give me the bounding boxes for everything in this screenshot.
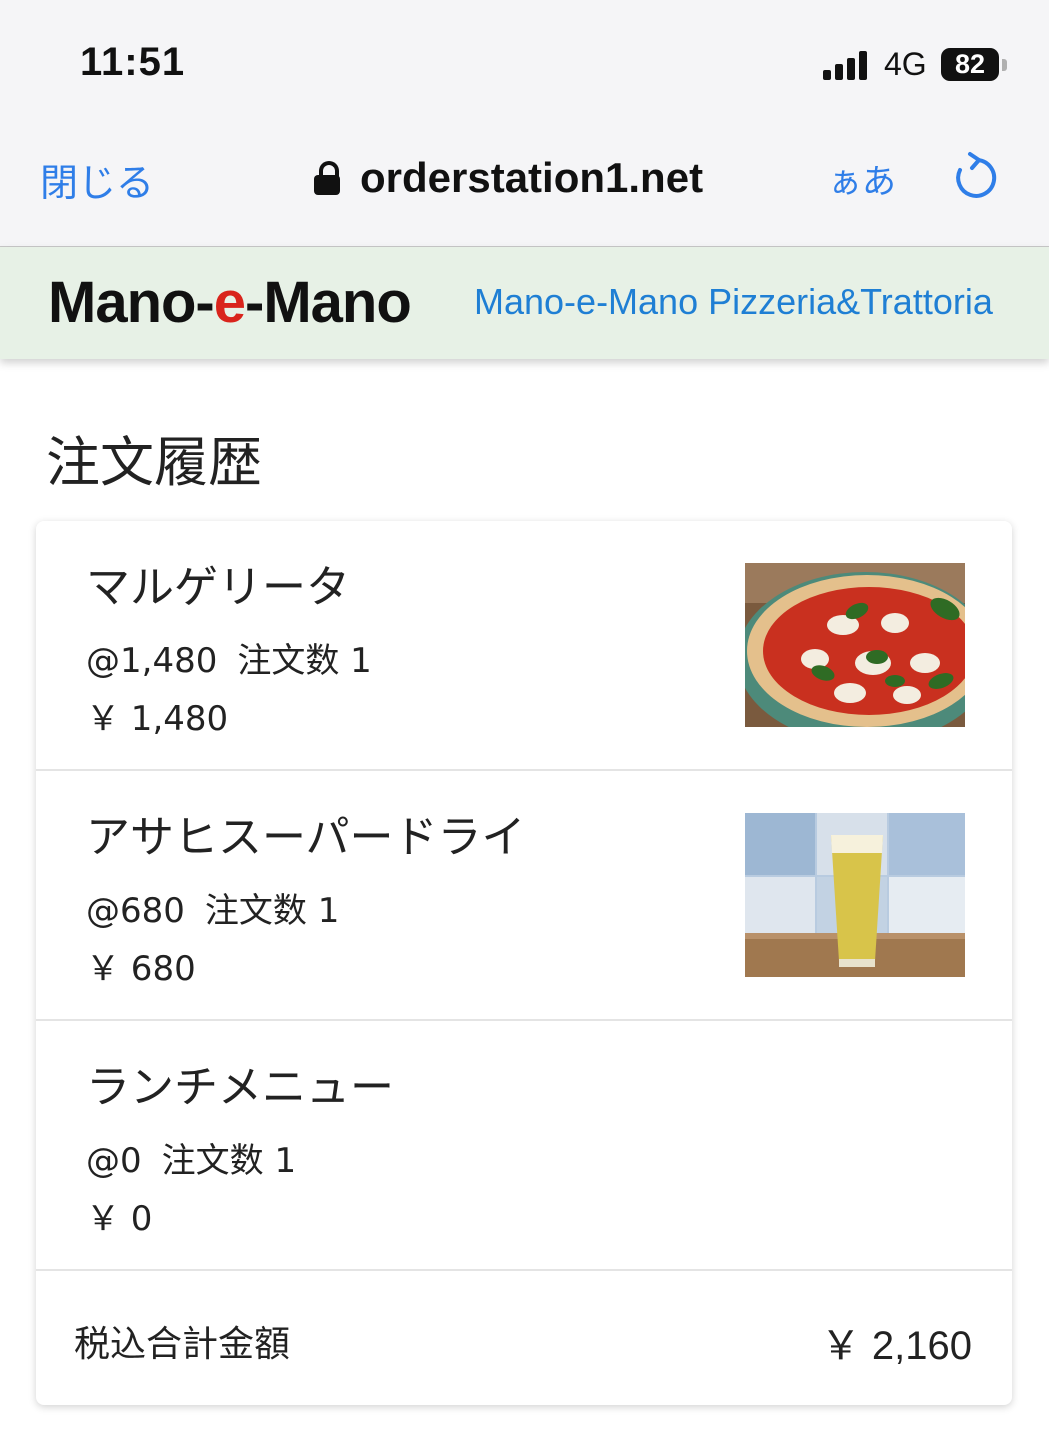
cellular-signal-icon bbox=[823, 50, 873, 80]
text-size-button[interactable]: ぁあ bbox=[828, 154, 896, 203]
status-time: 11:51 bbox=[80, 40, 186, 84]
site-name-link[interactable]: Mano-e-Mano Pizzeria&Trattoria bbox=[474, 281, 993, 323]
page-title: 注文履歴 bbox=[46, 431, 262, 494]
network-type: 4G bbox=[884, 46, 927, 82]
item-meta: @1,480 注文数 1 bbox=[86, 633, 372, 682]
item-name: マルゲリータ bbox=[86, 562, 350, 613]
item-meta: @680 注文数 1 bbox=[86, 883, 339, 932]
item-price: ￥ 1,480 bbox=[86, 699, 229, 739]
order-item: ランチメニュー @0 注文数 1 ￥ 0 bbox=[36, 1021, 1012, 1271]
site-header: Mano-e-Mano Mano-e-Mano Pizzeria&Trattor… bbox=[0, 247, 1049, 359]
item-quantity: 注文数 1 bbox=[204, 891, 340, 931]
close-button[interactable]: 閉じる bbox=[40, 152, 154, 207]
reload-icon bbox=[956, 152, 997, 198]
total-value: ￥ 2,160 bbox=[820, 1324, 972, 1368]
beer-photo bbox=[745, 813, 965, 977]
total-row: 税込合計金額 ￥ 2,160 bbox=[36, 1269, 1012, 1405]
address-bar[interactable]: orderstation1.net bbox=[314, 148, 703, 208]
order-history-card: マルゲリータ @1,480 注文数 1 ￥ 1,480 アサヒスーパードライ @… bbox=[36, 521, 1012, 1405]
reload-button[interactable] bbox=[948, 150, 1000, 202]
url-text: orderstation1.net bbox=[360, 154, 704, 201]
item-price: ￥ 0 bbox=[86, 1199, 153, 1239]
item-unit-price: @0 bbox=[86, 1141, 142, 1181]
item-name: アサヒスーパードライ bbox=[86, 812, 526, 863]
browser-toolbar: 閉じる orderstation1.net ぁあ bbox=[0, 120, 1049, 247]
battery-icon: 82 bbox=[941, 48, 999, 81]
order-item: アサヒスーパードライ @680 注文数 1 ￥ 680 bbox=[36, 771, 1012, 1021]
item-meta: @0 注文数 1 bbox=[86, 1133, 296, 1182]
lock-icon bbox=[314, 161, 340, 195]
order-item: マルゲリータ @1,480 注文数 1 ￥ 1,480 bbox=[36, 521, 1012, 771]
status-bar: 11:51 4G 82 bbox=[0, 0, 1049, 120]
battery-cap bbox=[1002, 59, 1007, 71]
site-logo[interactable]: Mano-e-Mano bbox=[48, 269, 412, 336]
item-quantity: 注文数 1 bbox=[161, 1141, 297, 1181]
item-name: ランチメニュー bbox=[86, 1062, 394, 1113]
item-quantity: 注文数 1 bbox=[237, 641, 372, 681]
pizza-photo bbox=[745, 563, 965, 727]
total-label: 税込合計金額 bbox=[74, 1324, 291, 1365]
item-price: ￥ 680 bbox=[86, 949, 196, 989]
item-unit-price: @1,480 bbox=[86, 641, 218, 681]
item-unit-price: @680 bbox=[86, 891, 185, 931]
